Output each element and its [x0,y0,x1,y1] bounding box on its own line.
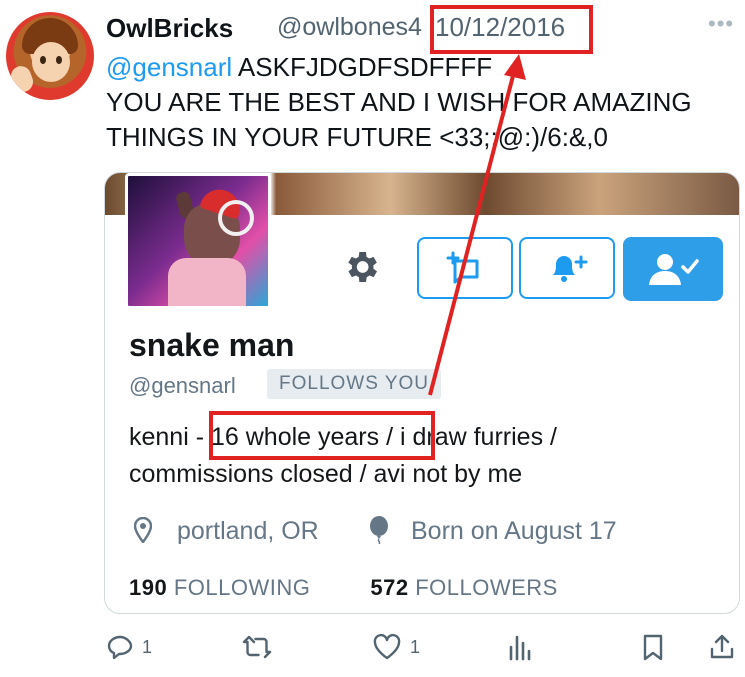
author-handle[interactable]: @owlbones4 [277,13,422,42]
tweet-line-1: @gensnarl ASKFJDGDFSDFFFF [106,50,736,85]
analytics-icon [509,635,531,661]
notification-bell-icon [519,237,615,299]
share-icon [710,634,734,659]
heart-icon [373,633,401,660]
mention-link[interactable]: @gensnarl [106,52,232,82]
bookmark-button[interactable] [640,630,666,664]
follows-you-badge: FOLLOWS YOU [267,369,442,399]
profile-card-image[interactable]: snake man @gensnarl FOLLOWS YOU kenni - … [104,172,740,614]
bookmark-icon [643,634,663,661]
profile-handle: @gensnarl [129,373,236,398]
author-name[interactable]: OwlBricks [106,13,233,44]
pfp-headphones [218,200,254,236]
analytics-button[interactable] [506,630,534,664]
avatar-hand [8,63,36,95]
avatar-eye [40,56,46,64]
bio-line-2: commissions closed / avi not by me [129,460,523,488]
more-options-icon[interactable]: ••• [708,11,734,37]
like-count: 1 [410,636,421,657]
following-label: FOLLOWING [173,575,311,600]
age-highlight-box [209,411,435,460]
gear-icon [335,241,387,293]
avatar-eye [56,56,62,64]
followers-label: FOLLOWERS [415,575,558,600]
tweet-line-2: YOU ARE THE BEST AND I WISH FOR AMAZING [106,87,692,117]
reply-icon [107,635,133,660]
retweet-button[interactable] [242,630,272,664]
location-pin-icon [133,516,153,544]
pfp-shirt [168,258,246,306]
tweet-line-1-text: ASKFJDGDFSDFFFF [232,52,493,82]
followers-count: 572 [370,575,409,600]
reply-button[interactable]: 1 [106,630,152,664]
author-avatar[interactable] [6,12,94,100]
reply-count: 1 [142,636,153,657]
share-button[interactable] [708,630,736,664]
tweet-text: @gensnarl ASKFJDGDFSDFFFF YOU ARE THE BE… [106,50,736,155]
retweet-with-comment-icon [417,237,513,299]
profile-location: portland, OR [177,517,319,545]
retweet-icon [242,635,272,659]
bio-prefix: kenni - [129,423,211,451]
profile-display-name: snake man [129,327,295,363]
profile-birthday: Born on August 17 [411,517,617,545]
profile-stats: 190 FOLLOWING 572 FOLLOWERS [129,575,558,601]
profile-avatar [125,173,271,309]
balloon-icon [367,516,391,544]
avatar-face [32,42,70,82]
following-count: 190 [129,575,168,600]
like-button[interactable]: 1 [372,630,420,664]
tweet-line-3: THINGS IN YOUR FUTURE <33;;@:)/6:&,0 [106,122,608,152]
date-highlight-box [430,5,593,54]
following-user-icon [623,237,723,301]
